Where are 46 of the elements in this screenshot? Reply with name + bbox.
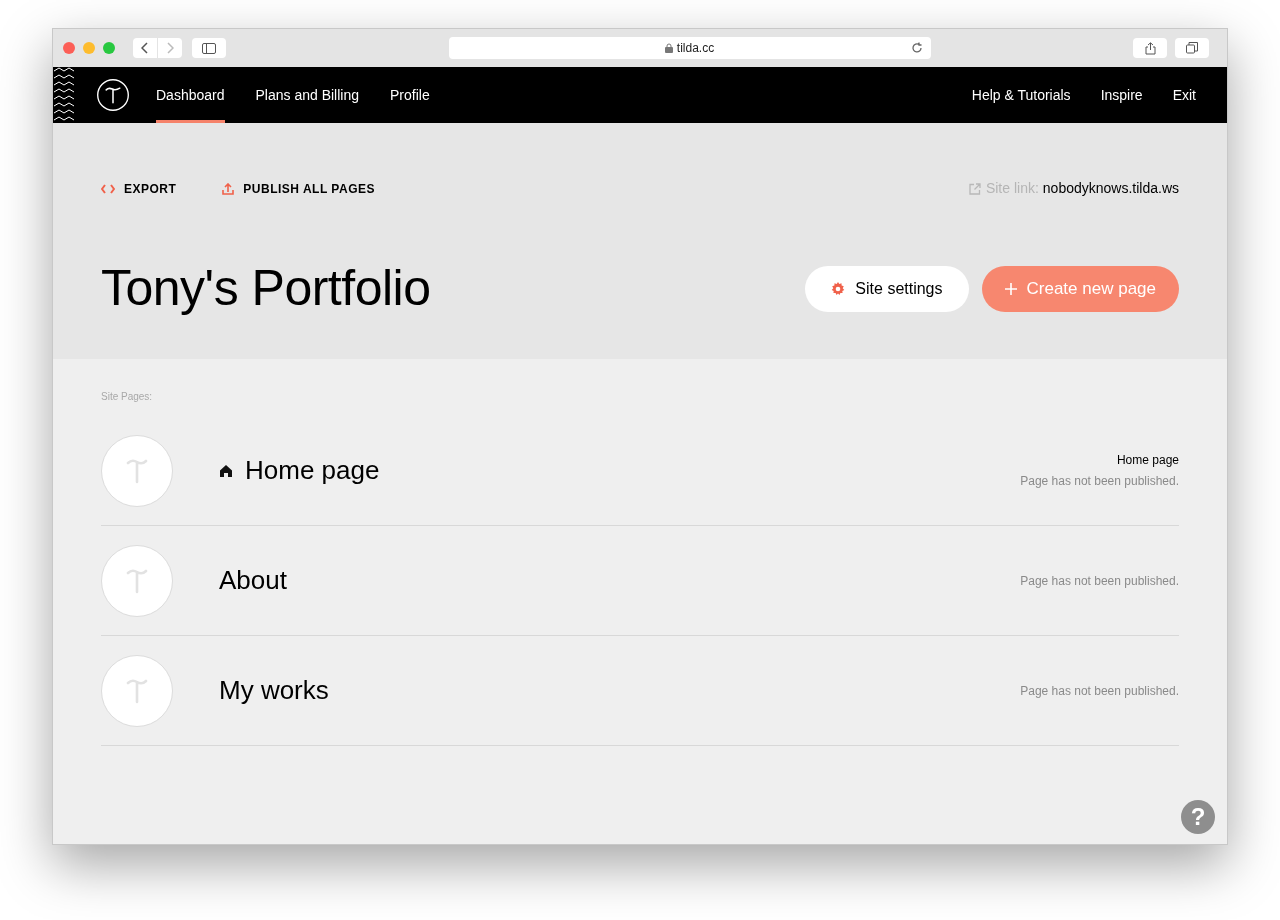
- page-row[interactable]: About Page has not been published.: [101, 526, 1179, 636]
- zigzag-pattern-icon: [53, 67, 75, 123]
- lock-icon: [664, 43, 673, 53]
- share-icon: [1144, 41, 1156, 55]
- plus-icon: [1004, 282, 1017, 295]
- close-window-icon[interactable]: [63, 42, 75, 54]
- address-text: tilda.cc: [676, 40, 715, 57]
- site-link[interactable]: nobodyknows.tilda.ws: [1042, 178, 1179, 199]
- publish-status: Page has not been published.: [1020, 682, 1179, 700]
- nav-link[interactable]: Exit: [1172, 84, 1196, 106]
- action-link[interactable]: EXPORT: [101, 179, 177, 198]
- chevron-left-icon: [141, 42, 149, 54]
- t-letter-icon: [125, 677, 149, 704]
- tabs-button[interactable]: [1175, 38, 1209, 58]
- share-button[interactable]: [1133, 38, 1167, 58]
- publish-status: Page has not been published.: [1020, 473, 1179, 490]
- site-settings-button[interactable]: Site settings: [805, 265, 969, 312]
- nav-tab[interactable]: Profile: [390, 67, 430, 123]
- sidebar-button[interactable]: [192, 38, 226, 58]
- sidebar-icon: [202, 42, 216, 54]
- nav-tab[interactable]: Plans and Billing: [255, 67, 359, 123]
- nav-link[interactable]: Inspire: [1100, 84, 1143, 106]
- zoom-window-icon[interactable]: [103, 42, 115, 54]
- external-link-icon: [968, 182, 981, 195]
- page-title[interactable]: About: [219, 561, 287, 600]
- project-title: Tony's Portfolio: [101, 259, 431, 318]
- upload-icon: [222, 182, 235, 195]
- t-letter-icon: [125, 457, 149, 484]
- address-bar[interactable]: tilda.cc: [448, 37, 931, 59]
- gear-icon: [831, 281, 846, 296]
- code-icon: [101, 183, 115, 194]
- page-title[interactable]: Home page: [245, 451, 380, 490]
- t-letter-icon: [125, 567, 149, 594]
- logo-icon: [96, 78, 130, 112]
- action-link[interactable]: PUBLISH ALL PAGES: [222, 179, 375, 198]
- tabs-icon: [1186, 42, 1198, 54]
- page-row[interactable]: My works Page has not been published.: [101, 636, 1179, 746]
- reload-icon[interactable]: [910, 42, 923, 54]
- page-row[interactable]: Home page Home page Page has not been published.: [101, 416, 1179, 526]
- chevron-right-icon: [166, 42, 174, 54]
- publish-status: Page has not been published.: [1020, 572, 1179, 590]
- page-tag: Home page: [1116, 451, 1179, 469]
- nav-link[interactable]: Help & Tutorials: [971, 84, 1071, 106]
- section-heading: Site Pages:: [101, 390, 154, 404]
- page-title[interactable]: My works: [219, 671, 329, 710]
- back-button[interactable]: [133, 38, 157, 58]
